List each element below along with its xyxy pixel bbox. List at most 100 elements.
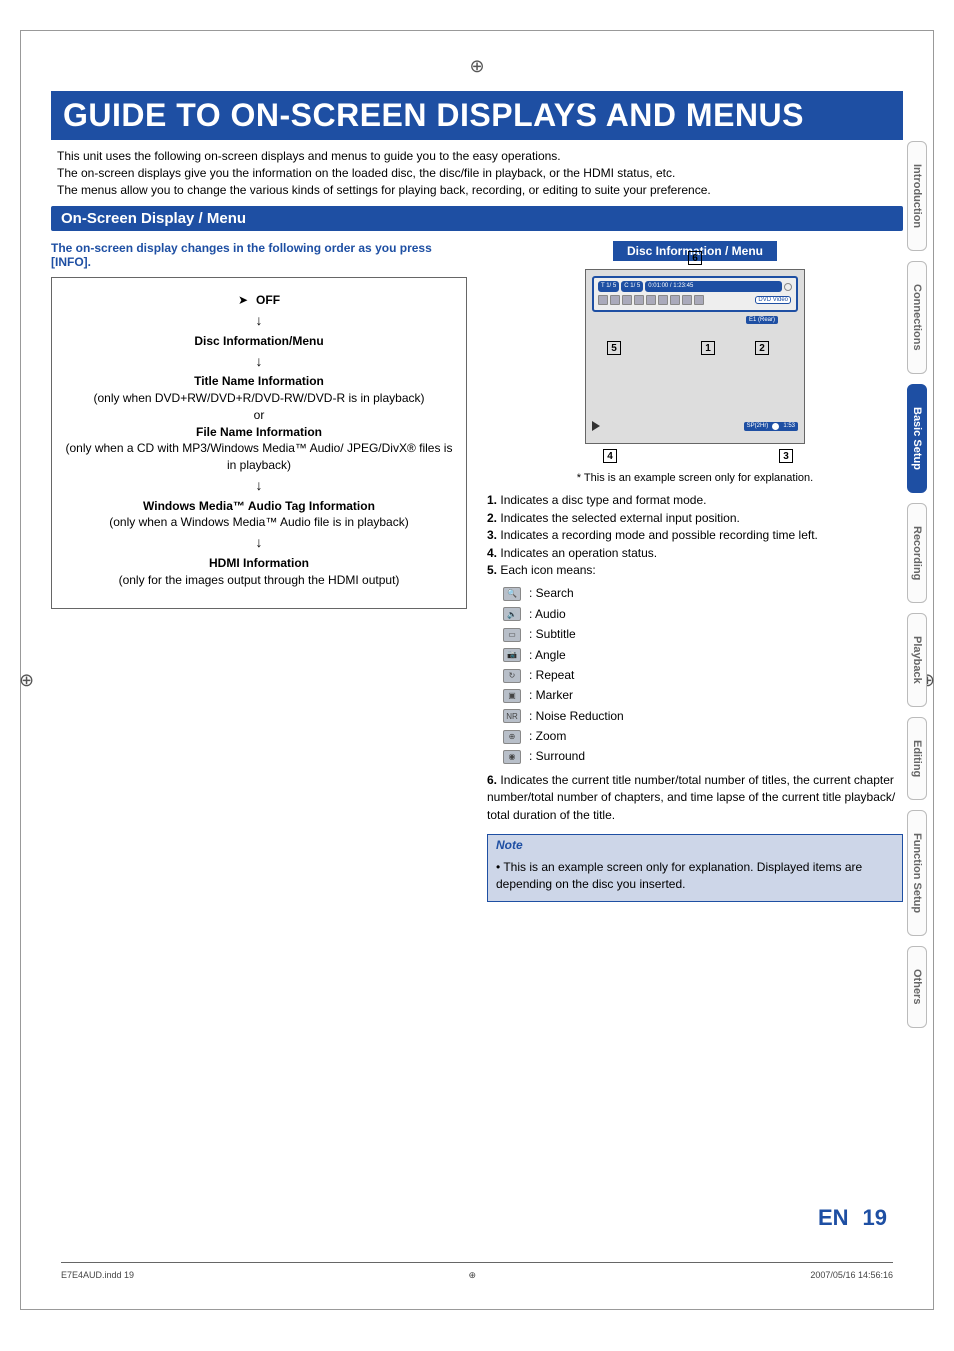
osd-icon: [646, 295, 656, 305]
marker-icon: ▣: [503, 689, 521, 703]
rec-mode-badge: SP(2Hr) 1:53: [744, 422, 798, 431]
osd-top-bar: T 1/ 5 C 1/ 5 0:01:00 / 1:23:45: [592, 276, 798, 312]
page-title: GUIDE TO ON-SCREEN DISPLAYS AND MENUS: [51, 91, 903, 140]
side-tabs: Introduction Connections Basic Setup Rec…: [907, 141, 927, 1028]
subtitle-icon: ▭: [503, 628, 521, 642]
tab-function-setup[interactable]: Function Setup: [907, 810, 927, 936]
icon-nr-label: : Noise Reduction: [529, 708, 624, 725]
icon-search-label: : Search: [529, 585, 574, 602]
left-heading: The on-screen display changes in the fol…: [51, 241, 467, 269]
tab-introduction[interactable]: Introduction: [907, 141, 927, 251]
intro-text: This unit uses the following on-screen d…: [57, 148, 903, 198]
crop-mark-left: ⊕: [19, 670, 34, 691]
explain-2: Indicates the selected external input po…: [500, 511, 739, 525]
callout-3: 3: [779, 449, 793, 463]
flow-wma-tag: Windows Media™ Audio Tag Information: [62, 498, 456, 515]
dvd-badge: DVD Video: [755, 296, 791, 304]
surround-icon: ◉: [503, 750, 521, 764]
callout-1: 1: [701, 341, 715, 355]
down-arrow-icon: ↓: [62, 352, 456, 372]
callout-4: 4: [603, 449, 617, 463]
audio-icon: 🔊: [503, 607, 521, 621]
tab-recording[interactable]: Recording: [907, 503, 927, 603]
tab-connections[interactable]: Connections: [907, 261, 927, 374]
right-arrow-icon: ➤: [238, 292, 248, 309]
flow-diagram: ➤ OFF ↓ Disc Information/Menu ↓ Title Nam…: [51, 277, 467, 609]
print-timestamp: 2007/05/16 14:56:16: [810, 1270, 893, 1281]
right-column: Disc Information / Menu T 1/ 5 C 1/ 5 0:…: [487, 241, 903, 901]
title-counter: T 1/ 5: [598, 281, 619, 292]
section-heading: On-Screen Display / Menu: [51, 206, 903, 231]
flow-disc-info: Disc Information/Menu: [62, 333, 456, 350]
footer-rule: [61, 1262, 893, 1263]
icon-audio-label: : Audio: [529, 606, 566, 623]
callout-5: 5: [607, 341, 621, 355]
two-column-layout: The on-screen display changes in the fol…: [51, 241, 903, 901]
icon-repeat-label: : Repeat: [529, 667, 574, 684]
tab-playback[interactable]: Playback: [907, 613, 927, 707]
osd-icon: [670, 295, 680, 305]
explain-3: Indicates a recording mode and possible …: [500, 528, 818, 542]
example-screen: T 1/ 5 C 1/ 5 0:01:00 / 1:23:45: [585, 269, 805, 444]
disc-icon: [784, 283, 792, 291]
icon-legend: 🔍: Search 🔊: Audio ▭: Subtitle 📷: Angle …: [503, 585, 903, 766]
osd-icon: [694, 295, 704, 305]
explain-5: Each icon means:: [500, 563, 595, 577]
osd-icon: [610, 295, 620, 305]
rec-mode: SP(2Hr): [747, 423, 769, 429]
tab-editing[interactable]: Editing: [907, 717, 927, 800]
tab-basic-setup[interactable]: Basic Setup: [907, 384, 927, 493]
print-info: E7E4AUD.indd 19 ⊕ 2007/05/16 14:56:16: [61, 1270, 893, 1281]
callout-6: 6: [688, 251, 702, 265]
osd-icon: [658, 295, 668, 305]
flow-wma-paren: (only when a Windows Media™ Audio file i…: [62, 514, 456, 531]
osd-icon: [682, 295, 692, 305]
osd-icon: [634, 295, 644, 305]
print-center-mark: ⊕: [468, 1270, 476, 1281]
osd-icon: [622, 295, 632, 305]
flow-file-info: File Name Information: [62, 424, 456, 441]
note-body: • This is an example screen only for exp…: [488, 855, 902, 901]
flow-title-paren: (only when DVD+RW/DVD+R/DVD-RW/DVD-R is …: [62, 390, 456, 407]
callout-2: 2: [755, 341, 769, 355]
flow-hdmi-paren: (only for the images output through the …: [62, 572, 456, 589]
explain-4: Indicates an operation status.: [500, 546, 657, 560]
flow-off: OFF: [256, 293, 280, 307]
explain-6: Indicates the current title number/total…: [487, 773, 895, 822]
flow-hdmi: HDMI Information: [62, 555, 456, 572]
note-box: Note • This is an example screen only fo…: [487, 834, 903, 902]
time-counter: 0:01:00 / 1:23:45: [645, 281, 782, 292]
print-file: E7E4AUD.indd 19: [61, 1270, 134, 1281]
icon-subtitle-label: : Subtitle: [529, 626, 576, 643]
repeat-icon: ↻: [503, 669, 521, 683]
note-heading: Note: [488, 835, 902, 855]
down-arrow-icon: ↓: [62, 476, 456, 496]
down-arrow-icon: ↓: [62, 533, 456, 553]
zoom-icon: ⊕: [503, 730, 521, 744]
crop-mark-top: ⊕: [469, 56, 484, 77]
angle-icon: 📷: [503, 648, 521, 662]
flow-or: or: [62, 407, 456, 424]
explain-1: Indicates a disc type and format mode.: [500, 493, 706, 507]
left-column: The on-screen display changes in the fol…: [51, 241, 467, 901]
disc-mini-icon: [772, 423, 779, 430]
icon-zoom-label: : Zoom: [529, 728, 566, 745]
intro-line: This unit uses the following on-screen d…: [57, 148, 903, 165]
flow-file-paren: (only when a CD with MP3/Windows Media™ …: [62, 440, 456, 474]
down-arrow-icon: ↓: [62, 311, 456, 331]
page-footer: EN 19: [818, 1205, 887, 1231]
search-icon: 🔍: [503, 587, 521, 601]
chapter-counter: C 1/ 5: [621, 281, 643, 292]
intro-line: The menus allow you to change the variou…: [57, 182, 903, 199]
icon-marker-label: : Marker: [529, 687, 573, 704]
flow-title-info: Title Name Information: [62, 373, 456, 390]
icon-surround-label: : Surround: [529, 748, 585, 765]
footer-page: 19: [863, 1205, 887, 1231]
osd-icon: [598, 295, 608, 305]
screen-caption: * This is an example screen only for exp…: [487, 472, 903, 484]
intro-line: The on-screen displays give you the info…: [57, 165, 903, 182]
input-indicator: E1 (Rear): [746, 316, 778, 324]
manual-page: ⊕ ⊕ ⊕ GUIDE TO ON-SCREEN DISPLAYS AND ME…: [20, 30, 934, 1310]
noise-reduction-icon: NR: [503, 709, 521, 723]
tab-others[interactable]: Others: [907, 946, 927, 1027]
